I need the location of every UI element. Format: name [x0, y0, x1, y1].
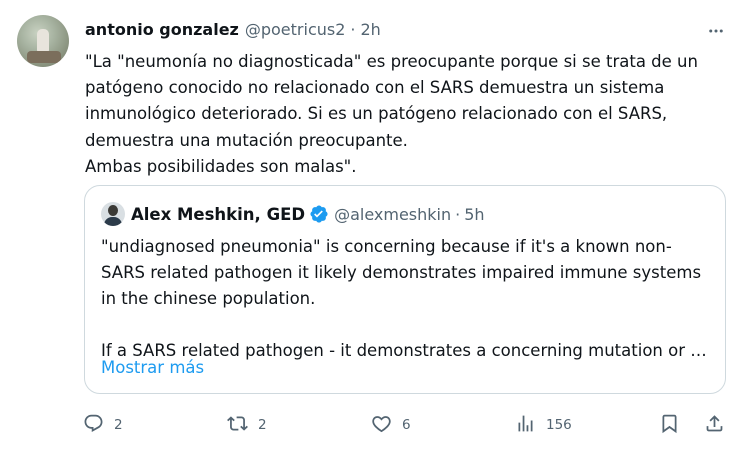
like-button[interactable]: 6 — [371, 412, 411, 438]
action-bar: 2 2 6 156 — [83, 412, 728, 438]
views-button[interactable]: 156 — [515, 412, 572, 438]
quoted-tweet-timestamp: 5h — [464, 204, 485, 224]
like-count: 6 — [402, 417, 411, 433]
quoted-tweet-header: Alex Meshkin, GED @alexmeshkin · 5h — [131, 203, 485, 225]
views-icon — [515, 413, 536, 438]
verified-badge-icon — [309, 204, 329, 224]
tweet-timestamp[interactable]: 2h — [361, 20, 381, 39]
author-name[interactable]: antonio gonzalez — [85, 20, 239, 39]
quoted-text-line: SARS related pathogen it likely demonstr… — [101, 263, 702, 282]
author-avatar[interactable] — [17, 15, 69, 67]
tweet[interactable]: antonio gonzalez @poetricus2 · 2h "La "n… — [0, 0, 740, 456]
quoted-text-line: "undiagnosed pneumonia" is concerning be… — [101, 237, 672, 256]
repost-icon — [227, 413, 248, 438]
reply-icon — [83, 413, 104, 438]
quoted-tweet-text: "undiagnosed pneumonia" is concerning be… — [101, 234, 716, 364]
reply-button[interactable]: 2 — [83, 412, 123, 438]
bookmark-button[interactable] — [659, 412, 680, 438]
tweet-text-line: patógeno conocido no relacionado con el … — [85, 78, 665, 98]
tweet-header: antonio gonzalez @poetricus2 · 2h — [85, 20, 381, 42]
tweet-text-line: Ambas posibilidades son malas". — [85, 156, 357, 176]
repost-count: 2 — [258, 417, 267, 433]
quoted-author-avatar — [101, 202, 125, 226]
share-icon — [704, 413, 725, 438]
tweet-text: "La "neumonía no diagnosticada" es preoc… — [85, 49, 730, 180]
avatar-shoulders — [104, 217, 122, 226]
avatar-head — [108, 205, 118, 216]
share-button[interactable] — [704, 412, 725, 438]
like-icon — [371, 413, 392, 438]
quoted-tweet[interactable]: Alex Meshkin, GED @alexmeshkin · 5h "und… — [84, 185, 726, 394]
quoted-author-name: Alex Meshkin, GED — [131, 204, 306, 224]
show-more-link[interactable]: Mostrar más — [101, 358, 204, 377]
views-count: 156 — [546, 417, 572, 433]
quoted-author-handle: @alexmeshkin — [334, 204, 452, 224]
more-icon[interactable] — [704, 20, 728, 42]
avatar-bench — [27, 51, 61, 63]
quoted-text-line: in the chinese population. — [101, 289, 316, 308]
separator-dot: · — [455, 204, 461, 224]
reply-count: 2 — [114, 417, 123, 433]
separator-dot: · — [350, 20, 356, 39]
bookmark-icon — [659, 413, 680, 438]
repost-button[interactable]: 2 — [227, 412, 267, 438]
tweet-text-line: demuestra una mutación preocupante. — [85, 130, 408, 150]
author-handle[interactable]: @poetricus2 — [245, 20, 346, 39]
tweet-text-line: "La "neumonía no diagnosticada" es preoc… — [85, 52, 698, 71]
tweet-text-line: inmunológico deteriorado. Si es un patóg… — [85, 104, 668, 124]
